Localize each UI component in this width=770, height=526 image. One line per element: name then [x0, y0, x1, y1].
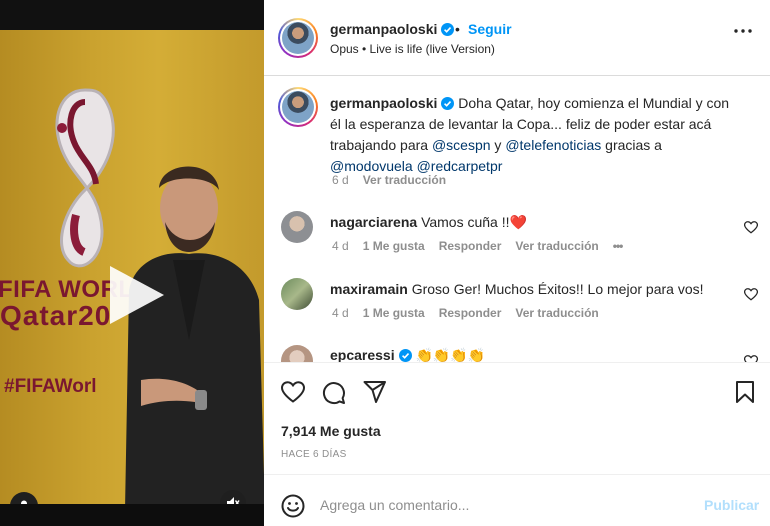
more-options-icon[interactable] [734, 28, 752, 34]
comment-2-body: Groso Ger! Muchos Éxitos!! Lo mejor para… [411, 281, 704, 297]
comment-3-username[interactable]: epcaressi [330, 347, 395, 362]
comment-3-body: 👏👏👏👏 [415, 347, 486, 362]
video-top-bar [0, 0, 264, 30]
mention-telefenoticias[interactable]: @telefenoticias [505, 137, 601, 153]
caption-translate-link[interactable]: Ver traducción [363, 173, 446, 187]
comment-1-reply[interactable]: Responder [439, 239, 502, 253]
comment-1-text: nagarciarena Vamos cuña !!❤️ [330, 214, 527, 231]
comment-input[interactable] [320, 495, 690, 515]
caption-text-2: y [490, 137, 506, 153]
emoji-icon[interactable] [281, 494, 305, 518]
mention-modovuela[interactable]: @modovuela [330, 158, 413, 174]
comment-2-translate[interactable]: Ver traducción [515, 306, 598, 320]
post-panel: germanpaoloski • Seguir Opus • Live is l… [264, 0, 770, 526]
caption-text-3: gracias a [601, 137, 662, 153]
bookmark-icon[interactable] [736, 381, 754, 403]
comments-list[interactable]: germanpaoloski Doha Qatar, hoy comienza … [264, 77, 770, 362]
comment-2-meta: 4 d 1 Me gusta Responder Ver traducción [332, 306, 599, 320]
comment-like-icon[interactable] [744, 221, 758, 234]
header-avatar[interactable] [278, 18, 318, 58]
header-separator: • [455, 21, 460, 37]
comment-box: Publicar [264, 474, 770, 526]
banner-line-2: Qatar20 [0, 300, 112, 331]
caption-time: 6 d [332, 173, 349, 187]
verified-badge-icon [441, 23, 455, 36]
play-icon[interactable] [100, 260, 170, 330]
comment-2-username[interactable]: maxiramain [330, 281, 408, 297]
caption-meta: 6 d Ver traducción [332, 173, 446, 187]
comment-avatar[interactable] [281, 278, 313, 310]
header-username-wrap[interactable]: germanpaoloski [330, 21, 455, 37]
world-cup-emblem [55, 88, 115, 268]
comment-1-time: 4 d [332, 239, 349, 253]
header-username[interactable]: germanpaoloski [330, 21, 437, 37]
caption-username[interactable]: germanpaoloski [330, 95, 437, 111]
caption-avatar[interactable] [278, 87, 318, 127]
mute-icon [227, 497, 240, 504]
share-icon[interactable] [363, 381, 387, 403]
publish-button[interactable]: Publicar [704, 497, 759, 513]
audio-track[interactable]: Opus • Live is life (live Version) [330, 42, 495, 56]
comment-2-reply[interactable]: Responder [439, 306, 502, 320]
comment-icon[interactable] [322, 381, 346, 405]
post-actions [264, 362, 770, 422]
mention-redcarpetpr[interactable]: @redcarpetpr [417, 158, 503, 174]
comment-1-meta: 4 d 1 Me gusta Responder Ver traducción … [332, 239, 624, 253]
comment-2-time: 4 d [332, 306, 349, 320]
comment-1-more-icon[interactable]: ••• [613, 239, 624, 253]
comment-2-likes[interactable]: 1 Me gusta [363, 306, 425, 320]
comment-like-icon[interactable] [744, 288, 758, 301]
comment-1-body: Vamos cuña !! [421, 214, 510, 230]
comment-3-text: epcaressi 👏👏👏👏 [330, 347, 485, 362]
comment-1-translate[interactable]: Ver traducción [515, 239, 598, 253]
tagged-users-button[interactable] [10, 492, 38, 504]
comment-2-text: maxiramain Groso Ger! Muchos Éxitos!! Lo… [330, 281, 704, 297]
video-bottom-bar [0, 504, 264, 526]
video-player[interactable]: FIFA WORLD Qatar20 #FIFAWorl [0, 30, 264, 504]
comment-1-username[interactable]: nagarciarena [330, 214, 417, 230]
red-heart-emoji: ❤️ [509, 214, 527, 230]
verified-badge-icon [441, 97, 455, 110]
heart-icon[interactable] [281, 381, 305, 403]
comment-avatar[interactable] [281, 211, 313, 243]
comment-1-likes[interactable]: 1 Me gusta [363, 239, 425, 253]
mention-scespn[interactable]: @scespn [432, 137, 491, 153]
comment-like-icon[interactable] [744, 355, 758, 362]
likes-count[interactable]: 7,914 Me gusta [281, 423, 381, 439]
banner-hashtag: #FIFAWorl [4, 376, 97, 397]
comment-avatar[interactable] [281, 345, 313, 362]
caption: germanpaoloski Doha Qatar, hoy comienza … [330, 93, 740, 177]
post-time: HACE 6 DÍAS [281, 449, 347, 460]
follow-button[interactable]: Seguir [468, 21, 512, 37]
verified-badge-icon [398, 349, 412, 362]
post-header: germanpaoloski • Seguir Opus • Live is l… [264, 0, 770, 76]
